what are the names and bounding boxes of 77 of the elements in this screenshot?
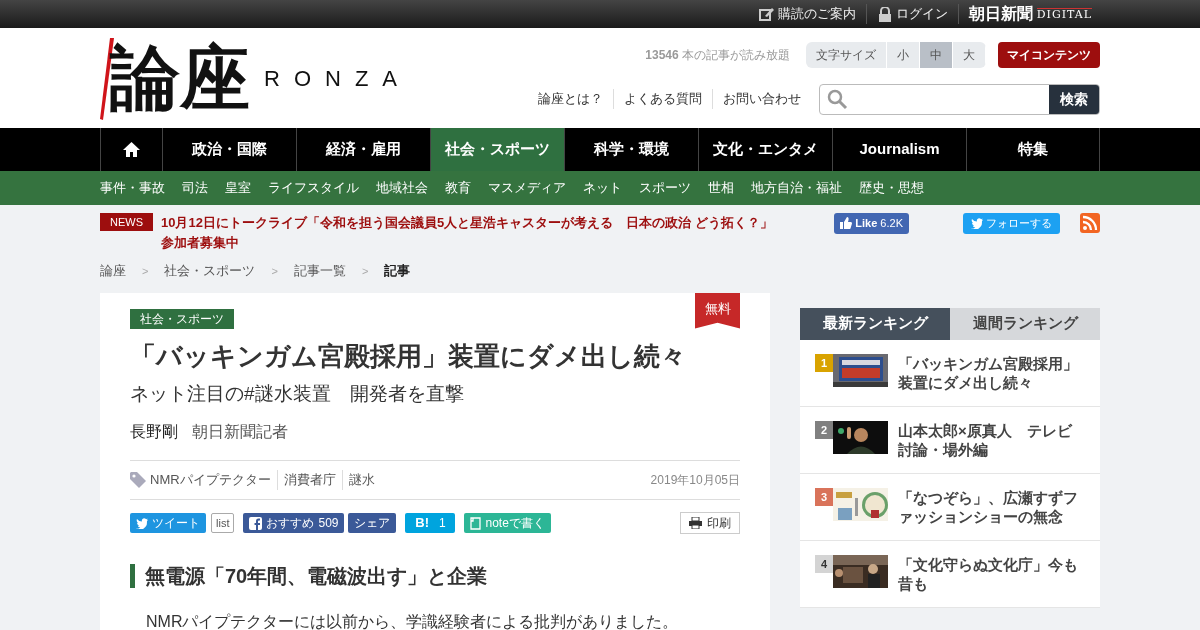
facebook-icon: [249, 516, 263, 530]
font-size-option[interactable]: 大: [953, 41, 986, 68]
list-count-bubble[interactable]: list: [211, 513, 235, 533]
news-badge: NEWS: [100, 213, 153, 231]
logo-text: 論座: [110, 43, 250, 113]
search-icon: [826, 88, 848, 110]
subnav-link[interactable]: ライフスタイル: [268, 178, 359, 198]
top-bar-link[interactable]: 購読のご案内: [748, 4, 867, 24]
subnav-link[interactable]: ネット: [583, 178, 622, 198]
ranking-tab[interactable]: 最新ランキング: [800, 307, 950, 340]
tag-link[interactable]: NMRパイプテクター: [150, 470, 277, 490]
ranking-item[interactable]: 3 「なつぞら」、広瀬すずファッションショーの無念: [800, 473, 1100, 541]
free-badge: 無料: [695, 292, 740, 329]
thumbs-up-icon: [840, 217, 853, 230]
my-contents-button[interactable]: マイコンテンツ: [998, 41, 1100, 68]
subnav-link[interactable]: 地方自治・福祉: [751, 178, 842, 198]
brand-logo-sub: DIGITAL: [1036, 7, 1092, 21]
subnav-link[interactable]: 教育: [445, 178, 471, 198]
ranking-item[interactable]: 2 山本太郎×原真人 テレビ討論・場外編: [800, 406, 1100, 474]
home-icon: [123, 142, 140, 157]
rank-number: 4: [815, 554, 833, 573]
subnav-link[interactable]: 歴史・思想: [859, 178, 924, 198]
section-heading: 無電源「70年間、電磁波出す」と企業: [130, 564, 740, 588]
header-link[interactable]: 論座とは？: [528, 89, 613, 109]
top-bar-link[interactable]: ログイン: [866, 4, 959, 24]
article-count: 13546 本の記事が読み放題: [645, 46, 790, 64]
ranking-item[interactable]: 4 「文化守らぬ文化庁」今も昔も: [800, 540, 1100, 608]
subnav-link[interactable]: 世相: [708, 178, 734, 198]
breadcrumb-separator: >: [361, 263, 369, 279]
font-size-label: 文字サイズ: [806, 41, 887, 68]
nav-tab[interactable]: 社会・スポーツ: [430, 128, 564, 171]
brand-logo: 朝日新聞: [967, 3, 1033, 25]
breadcrumb-link[interactable]: 論座: [100, 261, 126, 281]
font-size-option[interactable]: 小: [887, 41, 920, 68]
ranking-item[interactable]: 1 「バッキンガム宮殿採用」装置にダメ出し続々: [800, 339, 1100, 407]
font-size-option[interactable]: 中: [920, 41, 953, 68]
rank-number: 3: [815, 487, 833, 506]
news-link[interactable]: 10月12日にトークライブ「令和を担う国会議員5人と星浩キャスターが考える 日本の政治 どう拓く？」参加者募集中: [161, 213, 780, 253]
breadcrumb-separator: >: [142, 263, 149, 279]
publish-date: 2019年10月05日: [650, 472, 740, 489]
subnav-link[interactable]: 地域社会: [376, 178, 428, 198]
rank-number: 1: [815, 353, 833, 372]
breadcrumb-separator: >: [271, 263, 278, 279]
search-field[interactable]: 検索: [819, 83, 1100, 115]
print-button[interactable]: 印刷: [680, 512, 740, 534]
subnav-link[interactable]: 事件・事故: [100, 178, 165, 198]
author-role: 朝日新聞記者: [192, 423, 288, 440]
rank-number: 2: [815, 420, 833, 439]
tag-link[interactable]: 消費者庁: [276, 470, 342, 490]
category-badge: 社会・スポーツ: [130, 308, 234, 329]
subnav-link[interactable]: マスメディア: [488, 178, 566, 198]
edit-icon: [758, 6, 774, 22]
author-name: 長野剛: [130, 423, 178, 440]
tag-icon: [130, 472, 146, 488]
logo-subtext: RONZA: [264, 64, 411, 93]
bird-icon: [136, 517, 148, 529]
subnav-link[interactable]: スポーツ: [639, 178, 691, 198]
header-link[interactable]: お問い合わせ: [712, 89, 811, 109]
note-icon: [470, 516, 482, 530]
header-link[interactable]: よくある質問: [613, 89, 712, 109]
share-button[interactable]: シェア: [348, 513, 397, 533]
bird-icon: [971, 217, 983, 229]
tag-link[interactable]: 謎水: [341, 470, 381, 490]
subnav-link[interactable]: 皇室: [225, 178, 251, 198]
lock-icon: [876, 6, 892, 22]
article-subtitle: ネット注目の#謎水装置 開発者を直撃: [130, 381, 465, 406]
printer-icon: [689, 517, 702, 529]
rss-icon: [1080, 213, 1100, 233]
breadcrumb-link[interactable]: 記事一覧: [293, 261, 346, 281]
article-title: 「バッキンガム宮殿採用」装置にダメ出し続々: [130, 339, 687, 373]
subnav-link[interactable]: 司法: [182, 178, 208, 198]
search-button[interactable]: 検索: [1049, 84, 1099, 114]
breadcrumb-link[interactable]: 社会・スポーツ: [164, 261, 256, 281]
like-button[interactable]: Like 6.2K: [834, 213, 909, 234]
recommend-button[interactable]: おすすめ 509: [243, 513, 345, 533]
ranking-tab[interactable]: 週間ランキング: [950, 307, 1100, 340]
body-paragraph: NMRパイプテクターには以前から、学識経験者による批判がありました。: [145, 612, 680, 630]
